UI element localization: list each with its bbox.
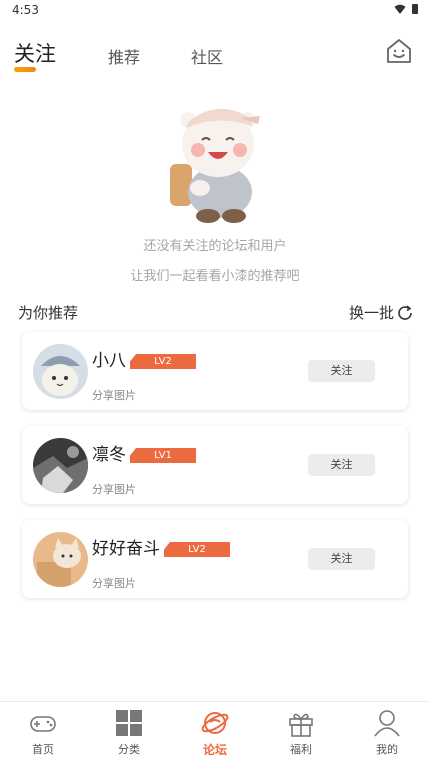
follow-button[interactable]: 关注 <box>308 360 375 382</box>
tab-community[interactable]: 社区 <box>191 44 223 68</box>
nav-home[interactable]: 首页 <box>0 708 86 757</box>
refresh-icon <box>398 304 412 320</box>
level-badge: LV2 <box>130 354 196 369</box>
empty-message-line-2: 让我们一起看看小漆的推荐吧 <box>130 269 300 284</box>
user-card[interactable]: 凛冬 LV1 分享图片 关注 <box>22 426 408 504</box>
empty-message-line-1: 还没有关注的论坛和用户 <box>143 239 287 254</box>
grid-icon <box>116 710 142 736</box>
level-badge: LV2 <box>164 542 230 557</box>
dark-photo-avatar <box>33 438 88 493</box>
nav-welfare[interactable]: 福利 <box>258 708 344 757</box>
tab-following[interactable]: 关注 <box>14 38 56 68</box>
user-name: 小八 LV2 <box>92 346 196 371</box>
user-subtitle: 分享图片 <box>92 577 136 590</box>
user-icon <box>374 710 400 737</box>
active-tab-indicator <box>14 67 36 72</box>
level-badge: LV1 <box>130 448 196 463</box>
user-card[interactable]: 小八 LV2 分享图片 关注 <box>22 332 408 410</box>
user-name: 凛冬 LV1 <box>92 440 196 465</box>
user-name-text: 凛冬 <box>92 445 126 465</box>
recommend-header: 为你推荐 换一批 <box>18 302 414 324</box>
kitten-box-avatar <box>33 532 88 587</box>
user-name-text: 好好奋斗 <box>92 539 160 559</box>
home-icon[interactable] <box>384 36 414 66</box>
avatar[interactable] <box>33 532 88 587</box>
follow-button[interactable]: 关注 <box>308 548 375 570</box>
refresh-button[interactable]: 换一批 <box>349 302 414 323</box>
recommend-title: 为你推荐 <box>18 304 79 322</box>
user-name-text: 小八 <box>92 351 126 371</box>
avatar[interactable] <box>33 438 88 493</box>
gift-icon <box>289 713 313 737</box>
tab-recommend[interactable]: 推荐 <box>108 44 140 68</box>
nav-label: 我的 <box>376 743 398 756</box>
nav-label: 福利 <box>290 743 312 756</box>
user-name: 好好奋斗 LV2 <box>92 534 230 559</box>
cat-hat-avatar <box>33 344 88 399</box>
status-bar: 4:53 <box>0 0 430 22</box>
user-subtitle: 分享图片 <box>92 389 136 402</box>
battery-icon <box>412 4 418 14</box>
bottom-nav: 首页 分类 论坛 福利 我的 <box>0 701 430 767</box>
empty-state: 还没有关注的论坛和用户 让我们一起看看小漆的推荐吧 <box>0 96 430 286</box>
follow-button[interactable]: 关注 <box>308 454 375 476</box>
nav-label: 论坛 <box>202 743 227 757</box>
nav-forum[interactable]: 论坛 <box>172 708 258 758</box>
nav-label: 分类 <box>118 743 140 756</box>
planet-icon <box>201 712 229 734</box>
status-icons <box>394 3 418 15</box>
refresh-label: 换一批 <box>348 304 394 322</box>
bear-mascot-illustration <box>170 108 260 223</box>
user-subtitle: 分享图片 <box>92 483 136 496</box>
avatar[interactable] <box>33 344 88 399</box>
top-tabs: 关注 推荐 社区 <box>0 36 430 76</box>
status-time: 4:53 <box>12 3 39 17</box>
user-card[interactable]: 好好奋斗 LV2 分享图片 关注 <box>22 520 408 598</box>
nav-mine[interactable]: 我的 <box>344 708 430 757</box>
wifi-icon <box>394 4 406 14</box>
nav-category[interactable]: 分类 <box>86 708 172 757</box>
gamepad-icon <box>30 716 56 732</box>
nav-label: 首页 <box>32 743 54 756</box>
